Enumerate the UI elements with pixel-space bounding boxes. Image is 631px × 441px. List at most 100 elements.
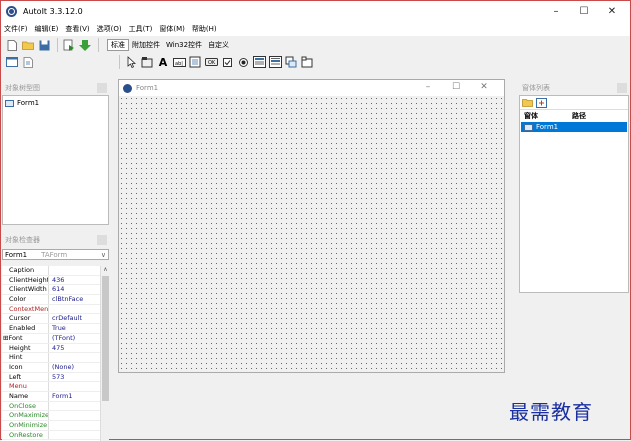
- open-folder-icon[interactable]: [522, 98, 533, 108]
- radio-icon[interactable]: [236, 55, 250, 69]
- property-value[interactable]: 573: [49, 373, 64, 382]
- property-value[interactable]: Form1: [49, 392, 73, 401]
- property-row[interactable]: Hint: [2, 353, 100, 363]
- property-name: ContextMenu: [2, 304, 49, 314]
- script-icon[interactable]: [21, 55, 35, 69]
- open-folder-icon[interactable]: [21, 38, 35, 52]
- property-row[interactable]: ClientWidth 614: [2, 285, 100, 296]
- property-value[interactable]: [49, 431, 52, 440]
- property-row[interactable]: Enabled True: [2, 324, 100, 334]
- tab-additional[interactable]: 附加控件: [129, 40, 163, 50]
- property-row[interactable]: OnMaximize: [2, 411, 100, 421]
- property-name: Height: [2, 343, 49, 353]
- add-form-icon[interactable]: [536, 97, 547, 108]
- property-value[interactable]: [49, 382, 52, 391]
- menu-options[interactable]: 选项(O): [97, 24, 122, 34]
- tree-item-form1[interactable]: Form1: [3, 98, 108, 108]
- pin-icon[interactable]: [97, 235, 107, 245]
- date-picker-icon[interactable]: [284, 55, 298, 69]
- property-row[interactable]: OnClose: [2, 401, 100, 412]
- list-icon[interactable]: [268, 55, 282, 69]
- form-icon[interactable]: [5, 55, 19, 69]
- menu-file[interactable]: 文件(F): [4, 24, 28, 34]
- property-name: ClientHeight: [2, 275, 49, 285]
- property-row[interactable]: Name Form1: [2, 391, 100, 402]
- minimize-button[interactable]: –: [542, 1, 570, 21]
- menu-tools[interactable]: 工具(T): [129, 24, 153, 34]
- property-name: Menu: [2, 382, 49, 391]
- group-box-icon[interactable]: [140, 55, 154, 69]
- design-canvas[interactable]: [119, 96, 504, 372]
- svg-text:OK: OK: [208, 60, 216, 66]
- property-value[interactable]: [49, 305, 52, 314]
- button-icon[interactable]: OK: [204, 55, 218, 69]
- property-row[interactable]: Left 573: [2, 372, 100, 383]
- window-controls: – ☐ ✕: [542, 1, 626, 21]
- property-value[interactable]: (TFont): [49, 334, 75, 343]
- form-maximize-button[interactable]: ☐: [442, 82, 470, 92]
- property-value[interactable]: [49, 402, 52, 411]
- property-scrollbar[interactable]: ∧: [100, 266, 109, 441]
- property-row[interactable]: ContextMenu: [2, 304, 100, 315]
- scroll-thumb[interactable]: [102, 276, 109, 401]
- property-row[interactable]: Cursor crDefault: [2, 314, 100, 325]
- control-tabs: 标准 附加控件 Win32控件 自定义: [107, 38, 232, 52]
- property-row[interactable]: Color clBtnFace: [2, 295, 100, 305]
- autoit-logo-icon: [123, 83, 132, 93]
- property-value[interactable]: 475: [49, 344, 64, 353]
- tab-control-icon[interactable]: [300, 55, 314, 69]
- object-select[interactable]: Form1 TAForm ∨: [2, 249, 109, 260]
- property-value[interactable]: (None): [49, 363, 74, 372]
- property-row[interactable]: Height 475: [2, 343, 100, 354]
- property-row[interactable]: OnRestore: [2, 430, 100, 441]
- property-value[interactable]: 614: [49, 285, 64, 294]
- property-row[interactable]: Icon (None): [2, 362, 100, 373]
- menu-edit[interactable]: 编辑(E): [35, 24, 59, 34]
- property-value[interactable]: clBtnFace: [49, 295, 83, 304]
- column-header-form[interactable]: 窗体: [520, 111, 572, 121]
- panel-header: 对象检查器: [2, 233, 109, 247]
- property-value[interactable]: [49, 421, 52, 430]
- checkbox-icon[interactable]: [220, 55, 234, 69]
- property-row[interactable]: OnMinimize: [2, 421, 100, 431]
- tab-standard[interactable]: 标准: [107, 39, 129, 51]
- property-row[interactable]: Menu: [2, 382, 100, 392]
- property-value[interactable]: crDefault: [49, 314, 82, 323]
- column-header-path[interactable]: 路径: [572, 111, 586, 121]
- pointer-icon[interactable]: [124, 55, 138, 69]
- scroll-up-icon[interactable]: ∧: [101, 266, 110, 275]
- close-button[interactable]: ✕: [598, 1, 626, 21]
- menu-help[interactable]: 帮助(H): [192, 24, 217, 34]
- form-close-button[interactable]: ✕: [470, 82, 498, 92]
- property-value[interactable]: [49, 266, 52, 275]
- property-value[interactable]: 436: [49, 276, 64, 285]
- tab-win32[interactable]: Win32控件: [163, 40, 205, 50]
- input-icon[interactable]: ab|: [172, 55, 186, 69]
- edit-icon[interactable]: [188, 55, 202, 69]
- property-grid: Caption ClientHeight 436 ClientWidth 614 Colo…: [2, 266, 100, 441]
- menu-view[interactable]: 查看(V): [65, 24, 89, 34]
- window-list-row[interactable]: Form1: [521, 122, 627, 132]
- run-green-icon[interactable]: [78, 38, 92, 52]
- property-value[interactable]: True: [49, 324, 66, 333]
- window-title: AutoIt 3.3.12.0: [23, 6, 83, 16]
- combo-icon[interactable]: [252, 55, 266, 69]
- panel-header: 对象树型图: [2, 81, 109, 95]
- property-name: Icon: [2, 362, 49, 372]
- property-row[interactable]: Caption: [2, 266, 100, 276]
- form-minimize-button[interactable]: –: [414, 82, 442, 92]
- run-script-icon[interactable]: [62, 38, 76, 52]
- tab-custom[interactable]: 自定义: [205, 40, 232, 50]
- menu-form[interactable]: 窗体(M): [159, 24, 185, 34]
- save-icon[interactable]: [37, 38, 51, 52]
- property-name: Name: [2, 391, 49, 401]
- pin-icon[interactable]: [97, 83, 107, 93]
- property-row[interactable]: ClientHeight 436: [2, 275, 100, 286]
- new-file-icon[interactable]: [5, 38, 19, 52]
- property-row[interactable]: ⊞Font (TFont): [2, 333, 100, 344]
- pin-icon[interactable]: [617, 83, 627, 93]
- property-value[interactable]: [49, 411, 52, 420]
- maximize-button[interactable]: ☐: [570, 1, 598, 21]
- property-value[interactable]: [49, 353, 52, 362]
- label-icon[interactable]: A: [156, 55, 170, 69]
